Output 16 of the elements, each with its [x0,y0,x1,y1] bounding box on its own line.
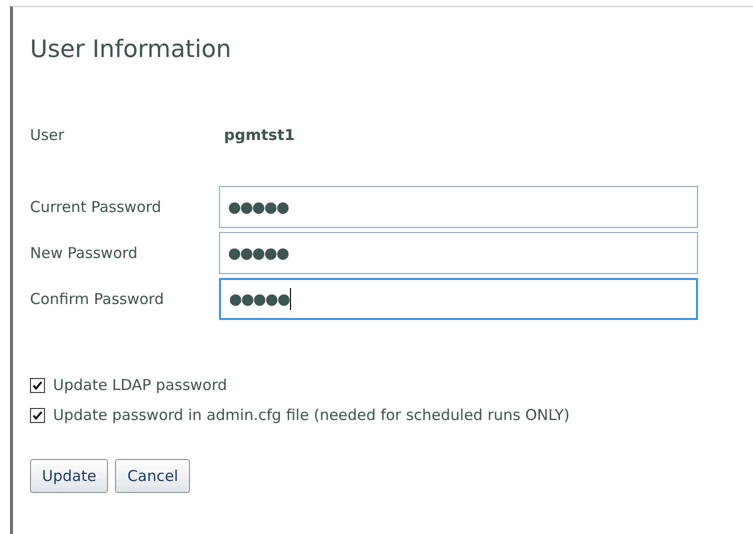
form-button[interactable]: Update [30,459,108,493]
form-button[interactable]: Cancel [115,459,190,493]
password-field[interactable]: ●●●●● [219,232,698,274]
text-cursor [290,288,292,310]
checkbox-label: Update password in admin.cfg file (needed for scheduled runs ONLY) [53,404,570,426]
checkbox-label: Update LDAP password [53,374,228,396]
checkbox[interactable] [30,378,45,392]
page-title: User Information [30,34,232,65]
user-label: User [30,124,66,146]
field-label: Current Password [30,196,162,218]
checkbox[interactable] [30,408,45,422]
password-field[interactable]: ●●●●● [219,278,698,320]
field-label: New Password [30,242,139,264]
password-field[interactable]: ●●●●● [219,186,698,228]
field-label: Confirm Password [30,288,165,310]
user-name: pgmtst1 [224,124,295,146]
